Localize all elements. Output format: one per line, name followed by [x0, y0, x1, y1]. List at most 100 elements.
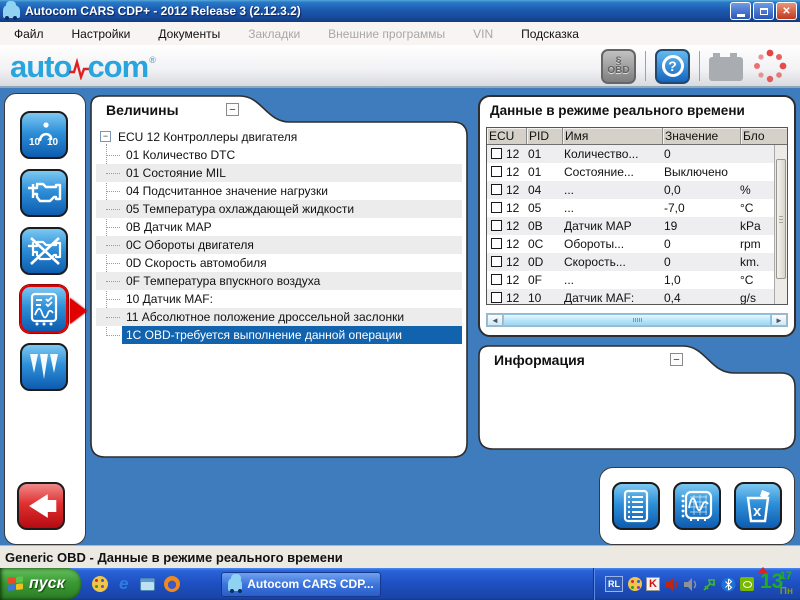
language-indicator[interactable]: RL [605, 576, 623, 592]
table-row[interactable]: 120F...1,0°C [487, 271, 787, 289]
values-collapse-button[interactable]: − [226, 103, 239, 116]
palette-icon[interactable] [91, 575, 109, 593]
cell-val: 0,0 [664, 181, 740, 199]
close-button[interactable]: ✕ [776, 2, 797, 20]
minimize-button[interactable] [730, 2, 751, 20]
internet-explorer-icon[interactable]: e [115, 575, 133, 593]
table-row[interactable]: 1201Количество...0 [487, 145, 787, 163]
row-checkbox[interactable] [491, 292, 502, 303]
table-row[interactable]: 1210Датчик MAF:0,4g/s [487, 289, 787, 305]
vertical-scrollbar[interactable] [774, 145, 787, 304]
row-checkbox[interactable] [491, 274, 502, 285]
cell-ecu: 12 [506, 235, 528, 253]
start-button[interactable]: пуск [0, 568, 81, 600]
sidebar-button-engine[interactable] [20, 169, 68, 217]
table-row[interactable]: 1201Состояние...Выключено [487, 163, 787, 181]
quick-launch: e [91, 575, 181, 593]
sidebar-button-engine-clear[interactable] [20, 227, 68, 275]
info-panel: Информация − [478, 345, 796, 450]
vertical-scrollbar-thumb[interactable] [776, 159, 786, 279]
live-data-table: ECUPIDИмяЗначениеБло 1201Количество...01… [486, 127, 788, 305]
tree-item[interactable]: 0B Датчик MAP [96, 218, 462, 236]
trademark: ® [149, 55, 155, 65]
table-row[interactable]: 120DСкорость...0km. [487, 253, 787, 271]
tree-item[interactable]: 0F Температура впускного воздуха [96, 272, 462, 290]
menu-item[interactable]: Подсказка [521, 27, 579, 41]
column-header[interactable]: PID [527, 128, 563, 144]
cell-name: ... [564, 271, 664, 289]
logo-text-com: com [87, 49, 148, 85]
usb-green-icon[interactable] [702, 577, 717, 592]
firefox-icon[interactable] [163, 575, 181, 593]
menu-item: Внешние программы [328, 27, 445, 41]
selected-arrow-icon [70, 298, 87, 324]
report-list-button[interactable] [612, 482, 660, 530]
scroll-left-button[interactable]: ◄ [487, 314, 503, 326]
nvidia-icon[interactable] [740, 577, 754, 591]
row-checkbox[interactable] [491, 202, 502, 213]
info-collapse-button[interactable]: − [670, 353, 683, 366]
taskbar: пуск e Autocom CARS CDP... RL K [0, 568, 800, 600]
help-button[interactable]: ? [655, 49, 690, 84]
tree-item[interactable]: 05 Температура охлаждающей жидкости [96, 200, 462, 218]
column-header[interactable]: Бло [741, 128, 787, 144]
delete-icon: x [740, 488, 776, 524]
volume-red-icon[interactable] [664, 577, 679, 592]
busy-spinner-icon [752, 48, 788, 84]
sidebar-button-components[interactable] [20, 343, 68, 391]
tree-root[interactable]: −ECU 12 Контроллеры двигателя [96, 128, 462, 146]
status-bar: Generic OBD - Данные в режиме реального … [0, 545, 800, 568]
back-button[interactable] [17, 482, 65, 530]
table-row[interactable]: 1205...-7,0°C [487, 199, 787, 217]
bluetooth-icon[interactable] [721, 577, 736, 592]
row-checkbox[interactable] [491, 220, 502, 231]
table-row[interactable]: 1204...0,0% [487, 181, 787, 199]
column-header[interactable]: Значение [663, 128, 741, 144]
scroll-right-button[interactable]: ► [771, 314, 787, 326]
delete-button[interactable]: x [734, 482, 782, 530]
sidebar-button-live-data[interactable] [20, 285, 68, 333]
menu-item[interactable]: Документы [158, 27, 220, 41]
tree-item[interactable]: 01 Количество DTC [96, 146, 462, 164]
row-checkbox[interactable] [491, 256, 502, 267]
horizontal-scrollbar[interactable]: ◄ ► [486, 313, 788, 327]
tree-item[interactable]: 10 Датчик MAF: [96, 290, 462, 308]
kaspersky-icon[interactable]: K [646, 577, 660, 591]
palette-icon[interactable] [627, 577, 642, 592]
tree-item[interactable]: 0D Скорость автомобиля [96, 254, 462, 272]
menu-item[interactable]: Настройки [72, 27, 131, 41]
tree-item[interactable]: 0C Обороты двигателя [96, 236, 462, 254]
values-panel-title: Величины [106, 102, 179, 118]
cell-name: ... [564, 199, 664, 217]
row-checkbox[interactable] [491, 148, 502, 159]
info-panel-title: Информация [494, 352, 585, 368]
app-car-icon [228, 578, 243, 591]
live-data-icon [27, 291, 61, 327]
cell-pid: 01 [528, 145, 564, 163]
graph-button[interactable] [673, 482, 721, 530]
column-header[interactable]: ECU [487, 128, 527, 144]
tree-item[interactable]: 01 Состояние MIL [96, 164, 462, 182]
volume-gray-icon[interactable] [683, 577, 698, 592]
taskbar-app-button[interactable]: Autocom CARS CDP... [221, 572, 381, 597]
column-header[interactable]: Имя [563, 128, 663, 144]
restore-button[interactable] [753, 2, 774, 20]
tree-item[interactable]: 11 Абсолютное положение дроссельной засл… [96, 308, 462, 326]
cell-pid: 04 [528, 181, 564, 199]
messenger-window-icon[interactable] [139, 575, 157, 593]
cell-val: 0,4 [664, 289, 740, 305]
row-checkbox[interactable] [491, 238, 502, 249]
menu-item[interactable]: Файл [14, 27, 44, 41]
clock-minute: 17 [780, 570, 792, 582]
table-row[interactable]: 120BДатчик MAP19kPa [487, 217, 787, 235]
tree-item-selected[interactable]: 1C OBD-требуется выполнение данной опера… [96, 326, 462, 344]
table-row[interactable]: 120CОбороты...0rpm [487, 235, 787, 253]
values-tree: −ECU 12 Контроллеры двигателя01 Количест… [96, 128, 462, 450]
tree-expander-icon[interactable]: − [100, 131, 111, 142]
tree-item[interactable]: 04 Подсчитанное значение нагрузки [96, 182, 462, 200]
horizontal-scrollbar-thumb[interactable] [503, 314, 771, 326]
sidebar-button-connector-10-10[interactable]: 10 10 [20, 111, 68, 159]
row-checkbox[interactable] [491, 166, 502, 177]
clock-day: Пн [780, 586, 793, 597]
row-checkbox[interactable] [491, 184, 502, 195]
